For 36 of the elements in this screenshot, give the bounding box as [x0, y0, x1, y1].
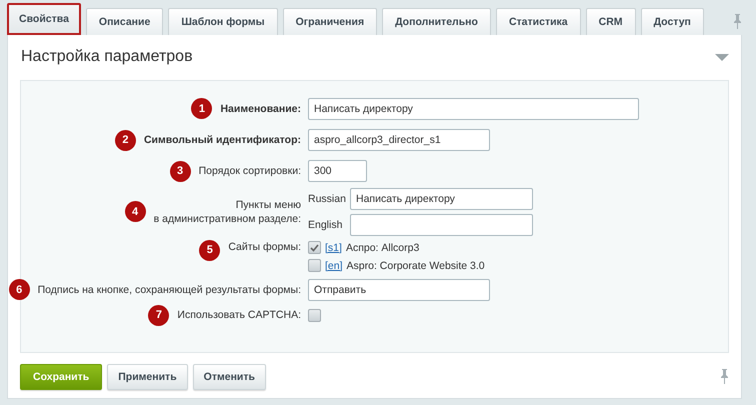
step-badge: 3: [170, 160, 191, 182]
tab[interactable]: Свойства: [7, 3, 81, 35]
site-name: Аспро: Allcorp3: [346, 242, 420, 254]
site-link[interactable]: [en]: [325, 260, 343, 272]
action-button[interactable]: Применить: [107, 364, 188, 390]
field-label: Сайты формы:: [228, 240, 301, 254]
field-label: Использовать CAPTCHA:: [177, 308, 301, 322]
step-badge: 6: [8, 279, 30, 300]
language-label: English: [308, 218, 344, 231]
tab[interactable]: Описание: [86, 8, 164, 35]
site-link[interactable]: [s1]: [325, 242, 342, 254]
field-label: Наименование:: [220, 102, 301, 116]
text-field[interactable]: Отправить: [308, 278, 490, 301]
text-field[interactable]: 300: [308, 160, 367, 182]
tab[interactable]: Доступ: [640, 8, 704, 35]
field-label: Подпись на кнопке, сохраняющей результаты формы:: [38, 282, 301, 297]
field-label: Пункты меню в административном разделе:: [154, 198, 301, 226]
text-field[interactable]: aspro_allcorp3_director_s1: [308, 129, 490, 152]
tab[interactable]: Ограничения: [282, 8, 378, 35]
step-badge: 2: [114, 130, 136, 151]
field-label: Символьный идентификатор:: [144, 133, 301, 148]
tab[interactable]: Дополнительно: [382, 8, 491, 35]
section-title: Настройка параметров: [21, 48, 193, 66]
tab[interactable]: Статистика: [496, 8, 581, 35]
field-label: Порядок сортировки:: [198, 164, 301, 178]
site-name: Aspro: Corporate Website 3.0: [346, 260, 485, 272]
language-label: Russian: [308, 192, 345, 205]
step-badge: 4: [124, 201, 146, 222]
tab[interactable]: CRM: [586, 8, 636, 35]
tab[interactable]: Шаблон формы: [168, 8, 278, 35]
step-badge: 7: [148, 304, 170, 326]
action-button[interactable]: Отменить: [192, 364, 266, 390]
step-badge: 1: [191, 98, 212, 120]
text-field[interactable]: Написать директору: [350, 188, 533, 210]
step-badge: 5: [199, 240, 220, 261]
text-field[interactable]: Написать директору: [308, 98, 639, 120]
